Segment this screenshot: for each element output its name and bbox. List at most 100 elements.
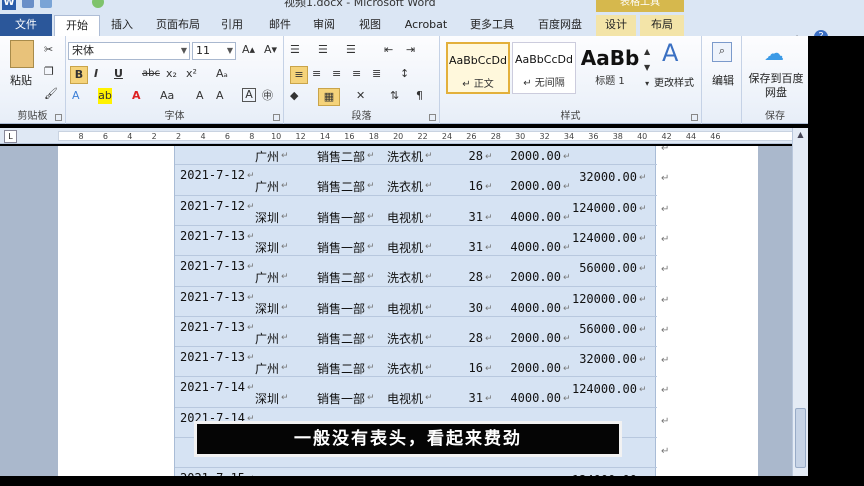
cell-product[interactable]: 电视机: [387, 209, 423, 226]
cell-price[interactable]: 2000.00: [495, 270, 561, 284]
clipboard-launcher-icon[interactable]: [55, 114, 62, 121]
table-row[interactable]: 广州 ↵ 销售二部 ↵ 洗衣机 ↵ 28 ↵ 2000.00 ↵ ↵: [175, 146, 669, 164]
cell-price[interactable]: 4000.00: [495, 301, 561, 315]
shading-icon[interactable]: ◆: [290, 88, 298, 104]
redo-icon[interactable]: [92, 0, 104, 8]
table-row[interactable]: 2021-7-12 ↵ 深圳 ↵ 销售一部 ↵ 电视机 ↵ 31 ↵ 4000.00 ↵ 124000.…: [175, 194, 669, 226]
cell-quantity[interactable]: 16: [453, 179, 483, 193]
tab-insert[interactable]: 插入: [104, 15, 140, 36]
cell-city[interactable]: 广州: [255, 269, 279, 286]
chinese-layout-icon[interactable]: ✕: [356, 88, 365, 104]
cell-total[interactable]: 124000.00: [567, 231, 637, 245]
editing-label[interactable]: 编辑: [712, 72, 734, 88]
copy-icon[interactable]: ❐: [44, 64, 54, 80]
format-painter-icon[interactable]: 🖌: [44, 86, 58, 102]
cell-city[interactable]: 深圳: [255, 300, 279, 317]
sort-icon[interactable]: ⇅: [390, 88, 399, 104]
line-spacing-icon[interactable]: ↕: [400, 66, 409, 82]
cell-product[interactable]: 洗衣机: [387, 269, 423, 286]
char-border-icon[interactable]: A: [242, 88, 256, 102]
cell-quantity[interactable]: 28: [453, 270, 483, 284]
cell-city[interactable]: 深圳: [255, 239, 279, 256]
cell-date[interactable]: 2021-7-12: [180, 199, 245, 213]
cell-city[interactable]: 深圳: [255, 390, 279, 407]
cell-total[interactable]: 124000.00: [567, 201, 637, 215]
cell-date[interactable]: 2021-7-13: [180, 290, 245, 304]
tab-more-tools[interactable]: 更多工具: [464, 15, 520, 36]
table-row[interactable]: 2021-7-13 ↵ 广州 ↵ 销售二部 ↵ 洗衣机 ↵ 28 ↵ 2000.00 ↵ 56000.0…: [175, 315, 669, 347]
cell-city[interactable]: 广州: [255, 178, 279, 195]
cell-total[interactable]: 32000.00: [567, 170, 637, 184]
editing-icon[interactable]: ⌕: [712, 42, 732, 62]
cell-total[interactable]: 32000.00: [567, 352, 637, 366]
increase-indent-icon[interactable]: ⇥: [406, 42, 415, 58]
text-effects-icon[interactable]: A: [72, 88, 80, 104]
cell-date[interactable]: 2021-7-13: [180, 350, 245, 364]
tab-home[interactable]: 开始: [54, 15, 100, 36]
cell-price[interactable]: 4000.00: [495, 240, 561, 254]
justify-icon[interactable]: ≡: [352, 66, 361, 82]
enclose-char-icon[interactable]: ㊥: [262, 88, 273, 104]
borders-icon[interactable]: ▦: [318, 88, 340, 106]
cell-price[interactable]: 2000.00: [495, 149, 561, 163]
tab-page-layout[interactable]: 页面布局: [150, 15, 206, 36]
cell-total[interactable]: 56000.00: [567, 322, 637, 336]
cell-department[interactable]: 销售二部: [317, 330, 365, 347]
cell-quantity[interactable]: 30: [453, 301, 483, 315]
bullets-icon[interactable]: ☰: [290, 42, 300, 58]
font-name-combo[interactable]: 宋体 ▼: [68, 42, 190, 60]
tab-mailings[interactable]: 邮件: [262, 15, 298, 36]
grow-icon[interactable]: A: [196, 88, 204, 104]
font-color-icon[interactable]: A: [132, 88, 141, 104]
multilevel-list-icon[interactable]: ☰: [346, 42, 356, 58]
styles-launcher-icon[interactable]: [691, 114, 698, 121]
save-icon[interactable]: [22, 0, 34, 8]
cell-date[interactable]: 2021-7-13: [180, 259, 245, 273]
tab-layout[interactable]: 布局: [640, 15, 684, 36]
table-row[interactable]: 2021-7-13 ↵ 深圳 ↵ 销售一部 ↵ 电视机 ↵ 31 ↵ 4000.00 ↵ 124000.…: [175, 224, 669, 256]
tab-acrobat[interactable]: Acrobat: [398, 15, 454, 36]
font-launcher-icon[interactable]: [273, 114, 280, 121]
vertical-scrollbar[interactable]: ▲: [792, 128, 808, 476]
font-size-combo[interactable]: 11 ▼: [192, 42, 236, 60]
cell-price[interactable]: 4000.00: [495, 391, 561, 405]
italic-button[interactable]: I: [94, 66, 98, 82]
cell-department[interactable]: 销售一部: [317, 239, 365, 256]
cell-city[interactable]: 深圳: [255, 209, 279, 226]
shrink-icon[interactable]: A: [216, 88, 224, 104]
cell-date[interactable]: 2021-7-14: [180, 380, 245, 394]
cell-department[interactable]: 销售二部: [317, 178, 365, 195]
style-no-spacing[interactable]: AaBbCcDd ↵ 无间隔: [512, 42, 576, 94]
table-row[interactable]: 2021-7-14 ↵ 深圳 ↵ 销售一部 ↵ 电视机 ↵ 31 ↵ 4000.00 ↵ 124000.…: [175, 376, 669, 407]
cell-quantity[interactable]: 31: [453, 210, 483, 224]
cell-date[interactable]: 2021-7-13: [180, 320, 245, 334]
cell-department[interactable]: 销售二部: [317, 269, 365, 286]
grow-font-icon[interactable]: A▴: [242, 42, 255, 58]
cell-product[interactable]: 电视机: [387, 239, 423, 256]
baidu-cloud-icon[interactable]: ☁: [764, 42, 784, 64]
change-case-icon[interactable]: Aa: [160, 88, 174, 104]
ruler-track[interactable]: 8 6 4 2 2 4 6 8 10 12 14 16 18 20 22 24 26 28 30 32 34 36 38 40…: [58, 131, 798, 141]
cell-product[interactable]: 洗衣机: [387, 330, 423, 347]
cell-quantity[interactable]: 16: [453, 361, 483, 375]
numbering-icon[interactable]: ☰: [318, 42, 328, 58]
strikethrough-button[interactable]: abc: [142, 66, 160, 82]
cell-department[interactable]: 销售一部: [317, 390, 365, 407]
table-row[interactable]: 2021-7-15↵124000.00↵↵: [175, 467, 657, 476]
tab-view[interactable]: 视图: [352, 15, 388, 36]
scroll-up-icon[interactable]: ▲: [795, 130, 806, 142]
tab-file[interactable]: 文件: [0, 14, 52, 36]
paragraph-launcher-icon[interactable]: [429, 114, 436, 121]
show-marks-icon[interactable]: ¶: [416, 88, 423, 104]
cell-product[interactable]: 电视机: [387, 300, 423, 317]
style-heading-1[interactable]: AaBb 标题 1: [578, 42, 642, 94]
paste-label[interactable]: 粘贴: [10, 72, 32, 88]
cell-price[interactable]: 2000.00: [495, 361, 561, 375]
table-row[interactable]: 2021-7-12 ↵ 广州 ↵ 销售二部 ↵ 洗衣机 ↵ 16 ↵ 2000.00 ↵ 32000.0…: [175, 164, 669, 195]
cell-quantity[interactable]: 31: [453, 240, 483, 254]
tab-selector-icon[interactable]: L: [4, 130, 17, 143]
align-right-icon[interactable]: ≡: [332, 66, 341, 82]
cell-date[interactable]: 2021-7-13: [180, 229, 245, 243]
cell-product[interactable]: 电视机: [387, 390, 423, 407]
tab-design[interactable]: 设计: [596, 15, 636, 36]
